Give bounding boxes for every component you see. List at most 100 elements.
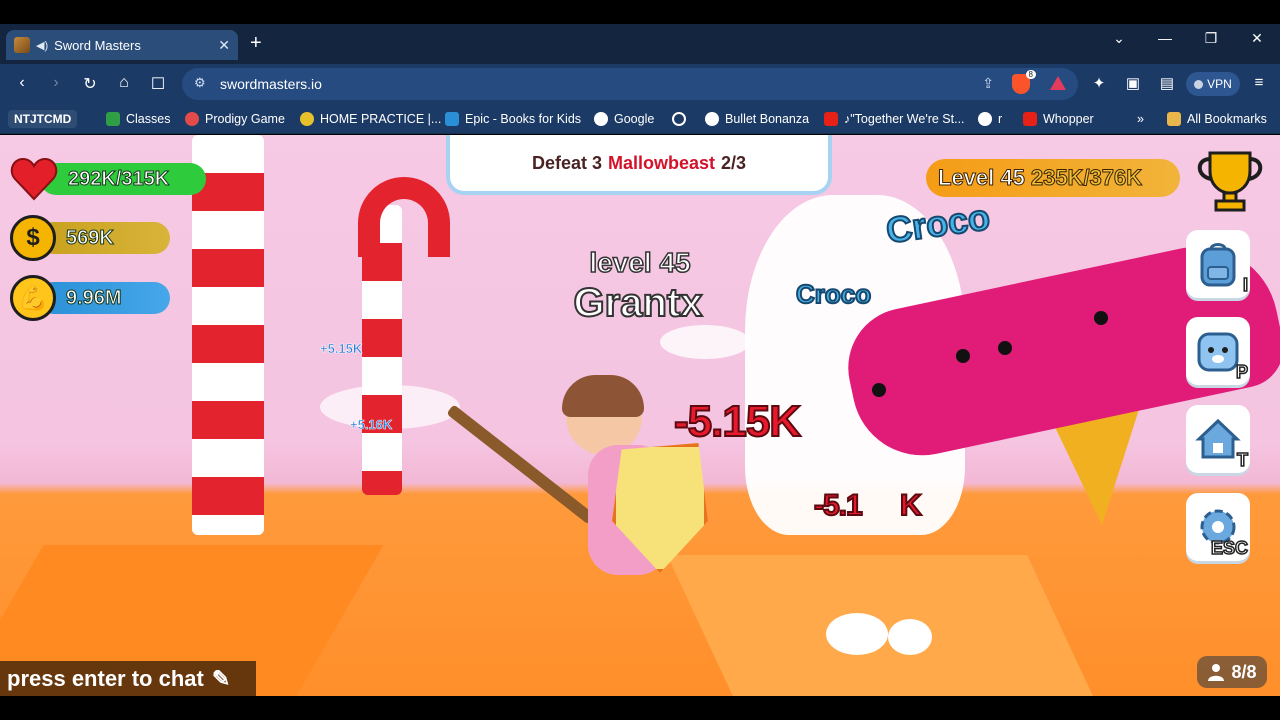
health-bar: 292K/315K: [10, 157, 206, 201]
home-key: T: [1236, 449, 1249, 471]
wallet-icon[interactable]: ▤: [1156, 74, 1178, 92]
candy-cane-hook: [358, 177, 450, 257]
quest-prefix: Defeat 3: [531, 152, 602, 173]
croco-eye: [956, 349, 970, 363]
bookmark-ntjtcmd[interactable]: NTJTCMD: [8, 110, 78, 128]
chat-prompt-text: press enter to chat: [7, 665, 204, 691]
croco-eye: [1094, 311, 1108, 325]
menu-icon[interactable]: ≡: [1248, 74, 1270, 91]
bookmarks-overflow-button[interactable]: »: [1137, 110, 1144, 128]
bookmark-whopper[interactable]: Whopper: [1023, 110, 1094, 128]
tab-search-chevron-icon[interactable]: ⌄: [1104, 30, 1134, 47]
level-label: Level 45: [938, 165, 1026, 191]
quest-progress: 2/3: [721, 152, 747, 173]
home-practice-icon: [300, 112, 314, 126]
minimize-button[interactable]: —: [1150, 30, 1180, 46]
bookmark-r[interactable]: r: [978, 110, 1002, 128]
vpn-label: VPN: [1207, 77, 1232, 91]
forward-button[interactable]: ›: [44, 74, 68, 92]
google-icon: [594, 112, 608, 126]
coins-bar: $ 569K: [10, 215, 170, 261]
bookmark-label: Classes: [126, 112, 171, 126]
youtube-icon: [824, 112, 838, 126]
croco-eye: [872, 383, 886, 397]
share-icon[interactable]: ⇪: [982, 75, 994, 92]
bookmark-label: ♪"Together We're St...: [844, 112, 965, 126]
home-button[interactable]: ⌂: [112, 74, 136, 92]
player-level-label: level 45: [589, 246, 692, 279]
globe-icon: [978, 112, 992, 126]
bookmark-bullet-bonanza[interactable]: Bullet Bonanza: [705, 110, 809, 128]
mob-label: Croco: [795, 278, 872, 310]
restore-button[interactable]: ❐: [1196, 30, 1226, 47]
close-window-button[interactable]: ✕: [1242, 30, 1272, 47]
browser-toolbar: ‹ › ↻ ⌂ ☐ ⚙ swordmasters.io ⇪ 8 ✦ ▣ ▤ VP…: [0, 64, 1280, 104]
bookmark-button[interactable]: ☐: [146, 74, 170, 94]
tab-sword-masters[interactable]: ◀) Sword Masters ✕: [6, 30, 238, 60]
pets-button[interactable]: P: [1186, 317, 1250, 385]
bookmark-history[interactable]: [672, 110, 686, 128]
bookmark-label: HOME PRACTICE |...: [320, 112, 442, 126]
tab-close-icon[interactable]: ✕: [218, 37, 230, 54]
chat-prompt[interactable]: press enter to chat ✎: [0, 661, 256, 696]
game-canvas[interactable]: 292K/315K $ 569K 💪 9.96M Defeat 3 Mallow…: [0, 135, 1280, 696]
health-value: 292K/315K: [40, 163, 206, 195]
epic-icon: [445, 112, 459, 126]
player-name-label: Grantx: [573, 280, 704, 326]
bookmark-google[interactable]: Google: [594, 110, 654, 128]
youtube-icon: [1023, 112, 1037, 126]
overflow-chevron-icon: »: [1137, 112, 1144, 126]
bookmark-label: Google: [614, 112, 655, 126]
inventory-key: I: [1242, 274, 1249, 296]
brave-rewards-icon[interactable]: [1050, 76, 1066, 90]
brave-shields-badge: 8: [1025, 70, 1036, 79]
letterbox-bottom: [0, 696, 1280, 720]
inventory-button[interactable]: I: [1186, 230, 1250, 298]
teleport-home-button[interactable]: T: [1186, 405, 1250, 473]
extensions-icon[interactable]: ✦: [1088, 74, 1110, 92]
bookmark-label: Epic - Books for Kids: [465, 112, 582, 126]
bookmark-prodigy[interactable]: Prodigy Game: [185, 110, 285, 128]
backpack-icon: [1200, 243, 1236, 287]
strength-bar: 💪 9.96M: [10, 275, 170, 321]
address-url[interactable]: swordmasters.io: [220, 76, 322, 92]
reload-button[interactable]: ↻: [78, 74, 102, 94]
players-count[interactable]: 8/8: [1197, 656, 1267, 688]
bookmark-home-practice[interactable]: HOME PRACTICE |...: [300, 110, 441, 128]
settings-button[interactable]: ESC: [1186, 493, 1250, 561]
bookmark-epic[interactable]: Epic - Books for Kids: [445, 110, 581, 128]
bookmark-together[interactable]: ♪"Together We're St...: [824, 110, 965, 128]
coins-value: 569K: [38, 222, 170, 254]
address-bar[interactable]: ⚙ swordmasters.io ⇪ 8: [182, 68, 1078, 100]
screen: ◀) Sword Masters ✕ + ⌄ — ❐ ✕ ‹ › ↻ ⌂ ☐ ⚙…: [0, 0, 1280, 720]
classes-icon: [106, 112, 120, 126]
pets-key: P: [1235, 361, 1249, 383]
bookmark-classes[interactable]: Classes: [106, 110, 170, 128]
bookmark-label: All Bookmarks: [1187, 112, 1267, 126]
heal-number: +5.16K: [350, 417, 393, 433]
vpn-button[interactable]: VPN: [1186, 72, 1240, 96]
trophy-icon[interactable]: [1192, 149, 1268, 213]
all-bookmarks-button[interactable]: All Bookmarks: [1167, 110, 1267, 128]
bookmark-label: Prodigy Game: [205, 112, 285, 126]
players-count-value: 8/8: [1231, 661, 1257, 682]
damage-number: -5.15K: [673, 396, 802, 447]
new-tab-button[interactable]: +: [250, 33, 262, 53]
tab-strip: ◀) Sword Masters ✕ + ⌄ — ❐ ✕: [0, 24, 1280, 64]
damage-number: K: [899, 488, 923, 523]
level-xp-bar: Level 45 235K/376K: [926, 159, 1180, 197]
sidebar-icon[interactable]: ▣: [1122, 74, 1144, 92]
bookmark-label: r: [998, 112, 1003, 126]
folder-icon: [1167, 112, 1181, 126]
cloud: [826, 613, 888, 655]
back-button[interactable]: ‹: [10, 74, 34, 92]
person-icon: [1208, 664, 1225, 681]
home-icon: [1195, 418, 1241, 459]
damage-number: -5.1: [813, 488, 864, 523]
croco-eye: [998, 341, 1012, 355]
audio-playing-icon[interactable]: ◀): [36, 39, 48, 52]
pencil-icon: ✎: [211, 665, 231, 691]
tab-favicon-icon: [14, 37, 30, 53]
bookmark-label: Bullet Bonanza: [725, 112, 810, 126]
site-info-icon[interactable]: ⚙: [194, 75, 206, 91]
